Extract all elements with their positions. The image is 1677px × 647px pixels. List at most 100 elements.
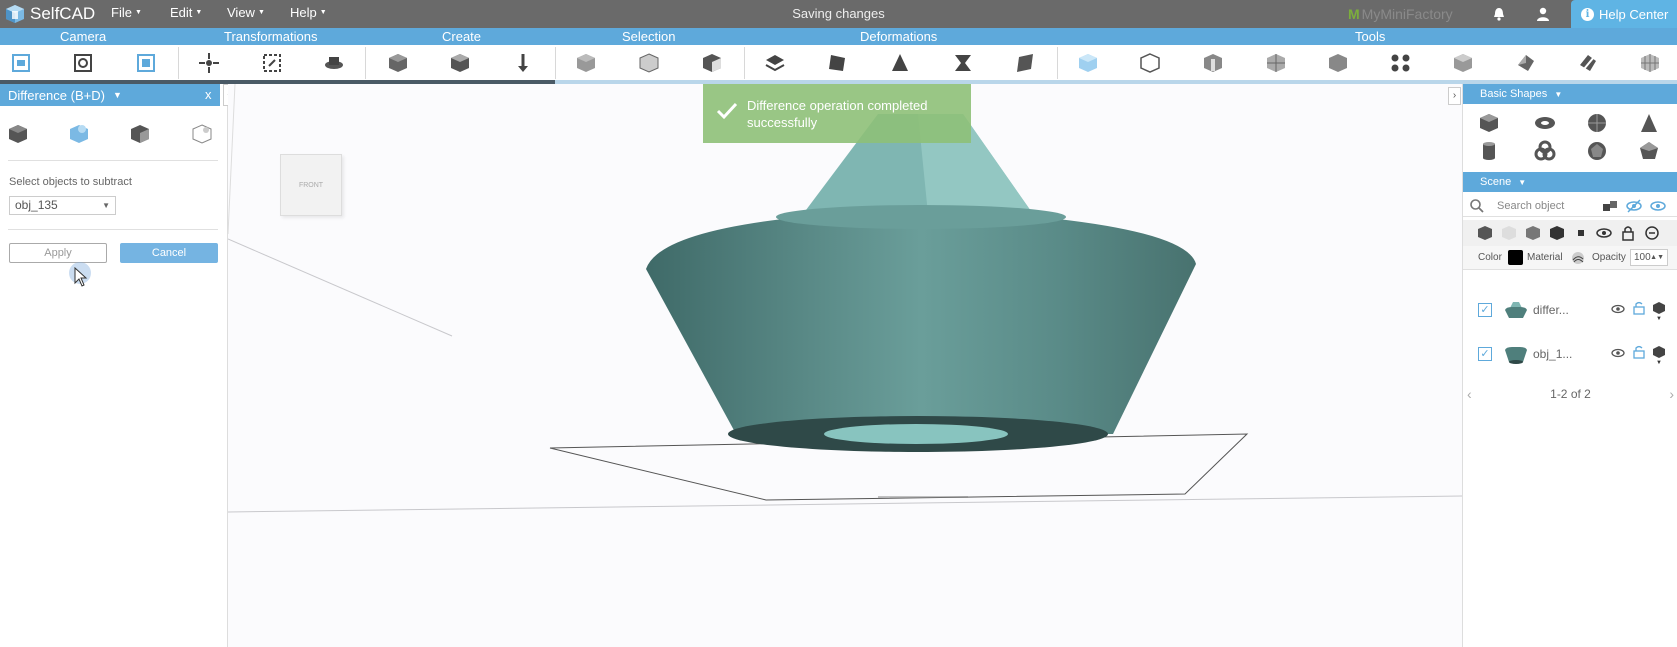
menu-help[interactable]: Help ▼ xyxy=(290,5,327,20)
menu-file[interactable]: File ▼ xyxy=(111,5,142,20)
tool-stitch-button[interactable] xyxy=(1512,49,1540,77)
spinner-icon[interactable]: ▲▼ xyxy=(1650,250,1664,265)
deform-bend-button[interactable] xyxy=(1011,49,1039,77)
deform-stack-button[interactable] xyxy=(761,49,789,77)
subtract-object-select[interactable]: obj_135 ▼ xyxy=(9,196,116,215)
shape-cylinder-icon[interactable] xyxy=(1478,140,1500,162)
mode-difference-icon[interactable] xyxy=(6,122,30,146)
tool-mirror-button[interactable] xyxy=(1449,49,1477,77)
mode-split-icon[interactable] xyxy=(190,122,214,146)
bell-icon[interactable] xyxy=(1491,6,1507,22)
user-icon[interactable] xyxy=(1535,6,1551,22)
view-cube[interactable]: FRONT xyxy=(280,154,342,216)
basic-shapes-header[interactable]: Basic Shapes ▼ xyxy=(1463,84,1677,104)
texture-icon[interactable] xyxy=(1571,251,1585,265)
menu-view[interactable]: View ▼ xyxy=(227,5,265,20)
move-tool-button[interactable] xyxy=(195,49,223,77)
cube-icon[interactable] xyxy=(1652,345,1666,359)
tool-slice-button[interactable] xyxy=(1574,49,1602,77)
selfcad-logo[interactable]: SelfCAD xyxy=(4,3,95,25)
rotate-tool-button[interactable] xyxy=(320,49,348,77)
shape-knot-icon[interactable] xyxy=(1534,140,1556,162)
prev-page-button[interactable]: ‹ xyxy=(1467,384,1472,404)
eye-icon[interactable] xyxy=(1596,225,1612,241)
cube-dark-icon[interactable] xyxy=(1549,225,1565,241)
object-checkbox[interactable]: ✓ xyxy=(1478,303,1492,317)
next-page-button[interactable]: › xyxy=(1669,384,1674,404)
close-panel-button[interactable]: x xyxy=(205,87,212,102)
object-checkbox[interactable]: ✓ xyxy=(1478,347,1492,361)
tool-intersect-button[interactable] xyxy=(1199,49,1227,77)
opacity-value: 100 xyxy=(1634,252,1651,263)
cube-icon[interactable] xyxy=(1477,225,1493,241)
color-swatch[interactable] xyxy=(1508,250,1523,265)
caret-down-icon[interactable]: ▼ xyxy=(113,90,122,100)
create-cube-button[interactable] xyxy=(384,49,412,77)
opacity-input[interactable]: 100 ▲▼ xyxy=(1630,249,1668,266)
tool-more-button[interactable] xyxy=(1636,49,1664,77)
group-objects-icon[interactable] xyxy=(1602,198,1618,214)
right-panel: Basic Shapes ▼ Scene ▼ Search object Col… xyxy=(1462,84,1677,647)
shape-cone-icon[interactable] xyxy=(1638,112,1660,134)
search-input[interactable]: Search object xyxy=(1497,200,1564,212)
myminifactory-link[interactable]: M MyMiniFactory xyxy=(1348,6,1453,22)
apply-button[interactable]: Apply xyxy=(9,243,107,263)
deform-cone-button[interactable] xyxy=(886,49,914,77)
tool-difference-button[interactable] xyxy=(1074,49,1102,77)
cancel-button[interactable]: Cancel xyxy=(120,243,218,263)
hide-icon[interactable] xyxy=(1626,198,1642,214)
cube-icon[interactable] xyxy=(1652,301,1666,315)
minus-circle-icon[interactable] xyxy=(1644,225,1660,241)
scene-object-row[interactable]: ✓ differ... ▼ xyxy=(1463,288,1677,332)
shape-torus-icon[interactable] xyxy=(1534,112,1556,134)
lock-icon[interactable] xyxy=(1633,345,1645,359)
material-label[interactable]: Material xyxy=(1527,252,1563,263)
tool-union-button[interactable] xyxy=(1136,49,1164,77)
cube-shaded-icon[interactable] xyxy=(1525,225,1541,241)
menu-edit[interactable]: Edit ▼ xyxy=(170,5,202,20)
scene-search[interactable]: Search object xyxy=(1469,196,1564,216)
create-sketch-button[interactable] xyxy=(446,49,474,77)
lock-icon[interactable] xyxy=(1620,225,1636,241)
search-icon xyxy=(1470,199,1484,213)
toolbar-separator xyxy=(744,47,745,79)
shape-polyhedron-icon[interactable] xyxy=(1638,140,1660,162)
shape-sphere-icon[interactable] xyxy=(1586,112,1608,134)
frustum-top-rim xyxy=(776,205,1066,229)
scene-object-row[interactable]: ✓ obj_1... ▼ xyxy=(1463,332,1677,376)
deform-taper-button[interactable] xyxy=(823,49,851,77)
caret-down-icon[interactable]: ▼ xyxy=(1656,316,1662,322)
scene-header[interactable]: Scene ▼ xyxy=(1463,172,1677,192)
mode-intersect-icon[interactable] xyxy=(128,122,152,146)
group-camera: Camera xyxy=(60,29,107,44)
tool-solidify-button[interactable] xyxy=(1324,49,1352,77)
reset-camera-button[interactable] xyxy=(69,49,97,77)
more-tools-icon xyxy=(1641,54,1659,72)
point-icon[interactable] xyxy=(1573,225,1589,241)
3d-viewport[interactable]: FRONT Difference operation completed suc… xyxy=(228,84,1462,647)
select-vertices-button[interactable] xyxy=(698,49,726,77)
mode-subtract-icon[interactable] xyxy=(67,122,91,146)
stack-icon xyxy=(765,55,785,72)
shape-geosphere-icon[interactable] xyxy=(1586,140,1608,162)
group-deformations: Deformations xyxy=(860,29,938,44)
caret-down-icon[interactable]: ▼ xyxy=(1656,360,1662,366)
eye-icon[interactable] xyxy=(1611,302,1625,316)
tessellate-icon xyxy=(1267,54,1285,72)
select-edges-button[interactable] xyxy=(635,49,663,77)
shape-cube-icon[interactable] xyxy=(1478,112,1500,134)
cube-outline-icon[interactable] xyxy=(1501,225,1517,241)
focus-camera-button[interactable] xyxy=(132,49,160,77)
tool-tessellate-button[interactable] xyxy=(1262,49,1290,77)
select-faces-button[interactable] xyxy=(572,49,600,77)
deform-twist-button[interactable] xyxy=(949,49,977,77)
help-center-button[interactable]: i Help Center xyxy=(1571,0,1677,28)
lock-icon[interactable] xyxy=(1633,301,1645,315)
expand-right-panel-button[interactable]: › xyxy=(1448,87,1461,105)
eye-icon[interactable] xyxy=(1650,198,1666,214)
tool-array-button[interactable] xyxy=(1387,49,1415,77)
camera-view-button[interactable] xyxy=(7,49,35,77)
create-extrude-button[interactable] xyxy=(509,49,537,77)
scale-tool-button[interactable] xyxy=(258,49,286,77)
eye-icon[interactable] xyxy=(1611,346,1625,360)
